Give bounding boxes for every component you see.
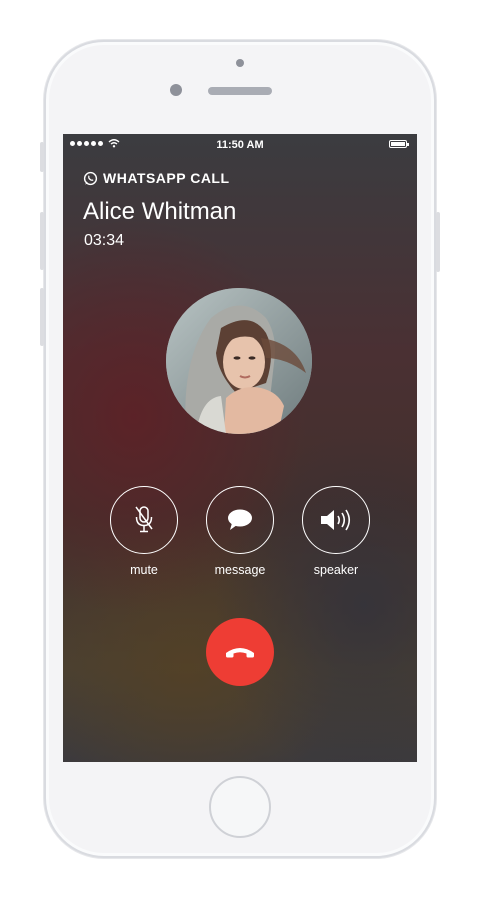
message-button[interactable]	[206, 486, 274, 554]
call-type: WHATSAPP CALL	[83, 170, 230, 186]
mic-off-icon	[135, 506, 153, 533]
mute-label: mute	[130, 563, 158, 577]
mute-action[interactable]: mute	[108, 486, 180, 577]
mute-switch	[40, 142, 44, 172]
status-time: 11:50 AM	[216, 139, 264, 151]
speaker-action[interactable]: speaker	[300, 486, 372, 577]
proximity-sensor	[236, 59, 244, 67]
speaker-button[interactable]	[302, 486, 370, 554]
battery-icon	[389, 140, 409, 148]
volume-up-button	[40, 212, 44, 270]
contact-name: Alice Whitman	[83, 198, 237, 225]
call-duration: 03:34	[84, 232, 125, 249]
power-button	[436, 212, 440, 272]
call-screen: 11:50 AM WHATSAPP CALL Alice Whitman 03:…	[63, 134, 417, 762]
message-label: message	[214, 563, 266, 577]
whatsapp-icon	[83, 171, 98, 185]
speech-bubble-icon	[228, 509, 252, 530]
volume-down-button	[40, 288, 44, 346]
mute-button[interactable]	[110, 486, 178, 554]
speaker-volume-icon	[321, 509, 351, 531]
earpiece-speaker	[208, 87, 272, 95]
end-call-button[interactable]	[206, 618, 274, 686]
phone-hangup-icon	[226, 648, 254, 658]
contact-avatar	[166, 288, 312, 434]
call-type-label: WHATSAPP CALL	[103, 170, 230, 186]
home-button[interactable]	[209, 776, 271, 838]
message-action[interactable]: message	[204, 486, 276, 577]
front-camera	[170, 84, 182, 96]
speaker-label: speaker	[313, 563, 359, 577]
status-bar: 11:50 AM	[63, 134, 417, 154]
